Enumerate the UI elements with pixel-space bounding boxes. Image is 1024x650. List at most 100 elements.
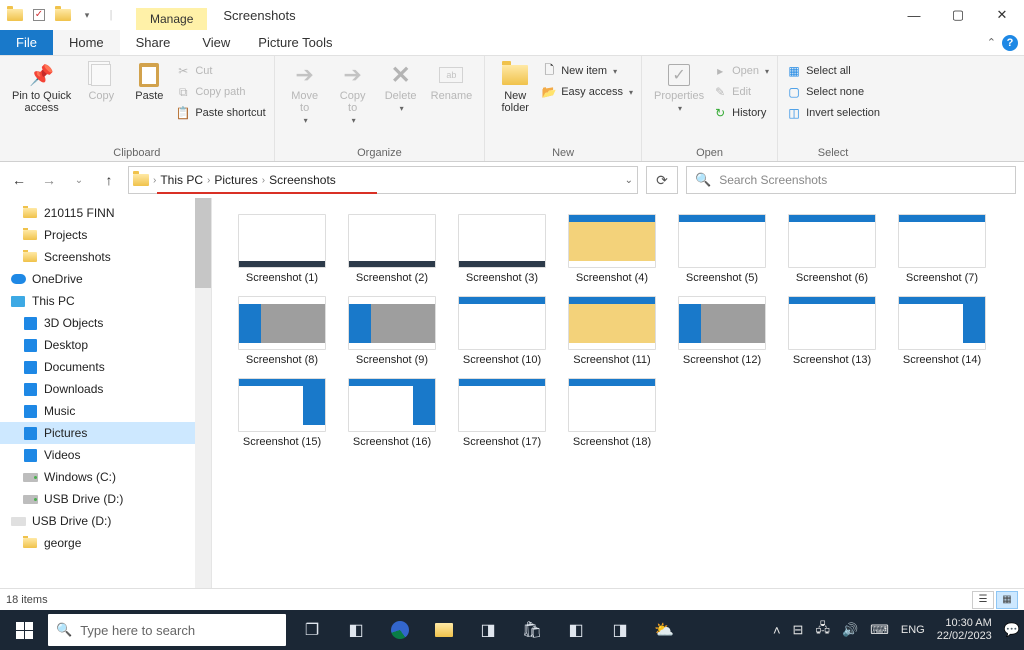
qat-properties-icon[interactable]: ✓ xyxy=(28,4,50,26)
help-icon[interactable]: ? xyxy=(1002,35,1018,51)
file-thumbnail[interactable]: Screenshot (12) xyxy=(676,296,768,366)
file-thumbnail[interactable]: Screenshot (14) xyxy=(896,296,988,366)
easy-access-button[interactable]: 📂Easy access▾ xyxy=(539,83,635,101)
file-thumbnail[interactable]: Screenshot (1) xyxy=(236,214,328,284)
pin-quick-access-button[interactable]: 📌 Pin to Quick access xyxy=(6,58,77,118)
taskbar-app[interactable]: ◧ xyxy=(334,610,378,650)
file-thumbnail[interactable]: Screenshot (9) xyxy=(346,296,438,366)
collapse-ribbon-icon[interactable]: ⌃ xyxy=(987,36,996,49)
copy-button[interactable]: Copy xyxy=(77,58,125,106)
view-tab[interactable]: View xyxy=(186,30,246,55)
tray-icon[interactable]: ⊟ xyxy=(793,622,804,638)
file-thumbnail[interactable]: Screenshot (16) xyxy=(346,378,438,448)
tree-item[interactable]: Desktop xyxy=(0,334,211,356)
file-thumbnail[interactable]: Screenshot (17) xyxy=(456,378,548,448)
cut-button[interactable]: ✂Cut xyxy=(173,62,267,80)
navigation-pane[interactable]: 210115 FINNProjectsScreenshotsOneDriveTh… xyxy=(0,198,212,588)
tree-item[interactable]: Screenshots xyxy=(0,246,211,268)
taskbar-app[interactable]: ◨ xyxy=(598,610,642,650)
file-thumbnail[interactable]: Screenshot (4) xyxy=(566,214,658,284)
qat-customize[interactable]: ▾ xyxy=(76,4,98,26)
open-button[interactable]: ▸Open▾ xyxy=(710,62,771,80)
file-thumbnail[interactable]: Screenshot (5) xyxy=(676,214,768,284)
properties-button[interactable]: ✓Properties▾ xyxy=(648,58,710,117)
contextual-tab-manage[interactable]: Manage xyxy=(136,8,207,30)
tree-item[interactable]: george xyxy=(0,532,211,554)
file-thumbnail[interactable]: Screenshot (8) xyxy=(236,296,328,366)
address-dropdown[interactable]: ⌄ xyxy=(625,175,633,186)
file-thumbnail[interactable]: Screenshot (3) xyxy=(456,214,548,284)
new-item-button[interactable]: 🗋New item▾ xyxy=(539,62,635,80)
breadcrumb-screenshots[interactable]: Screenshots xyxy=(269,173,336,187)
move-to-button[interactable]: ➔Move to▾ xyxy=(281,58,329,129)
refresh-button[interactable]: ⟳ xyxy=(646,166,678,194)
invert-selection-button[interactable]: ◫Invert selection xyxy=(784,104,882,122)
tree-item[interactable]: Music xyxy=(0,400,211,422)
tree-item[interactable]: Pictures xyxy=(0,422,211,444)
file-thumbnail[interactable]: Screenshot (6) xyxy=(786,214,878,284)
tree-item[interactable]: 210115 FINN xyxy=(0,202,211,224)
taskbar-edge[interactable] xyxy=(378,610,422,650)
up-button[interactable]: ↑ xyxy=(98,172,120,188)
taskbar-explorer[interactable] xyxy=(422,610,466,650)
select-all-button[interactable]: ▦Select all xyxy=(784,62,882,80)
breadcrumb-pictures[interactable]: Pictures xyxy=(214,173,257,187)
icons-view-button[interactable]: ▦ xyxy=(996,591,1018,609)
file-tab[interactable]: File xyxy=(0,30,53,55)
picture-tools-tab[interactable]: Picture Tools xyxy=(246,30,344,55)
network-icon[interactable]: 🖧 xyxy=(815,619,830,641)
file-thumbnail[interactable]: Screenshot (7) xyxy=(896,214,988,284)
volume-icon[interactable]: 🔊 xyxy=(842,622,858,638)
file-thumbnail[interactable]: Screenshot (2) xyxy=(346,214,438,284)
details-view-button[interactable]: ☰ xyxy=(972,591,994,609)
minimize-button[interactable]: — xyxy=(892,0,936,30)
start-button[interactable] xyxy=(0,622,48,639)
notifications-icon[interactable]: 💬 xyxy=(1004,622,1020,638)
task-view-button[interactable]: ❐ xyxy=(290,610,334,650)
new-folder-button[interactable]: New folder xyxy=(491,58,539,118)
breadcrumb-root[interactable]: This PC xyxy=(160,173,203,187)
taskbar-app[interactable]: ◧ xyxy=(554,610,598,650)
tree-item[interactable]: This PC xyxy=(0,290,211,312)
tray-overflow-icon[interactable]: ˄ xyxy=(773,623,781,638)
file-thumbnail[interactable]: Screenshot (18) xyxy=(566,378,658,448)
file-thumbnail[interactable]: Screenshot (15) xyxy=(236,378,328,448)
language-indicator[interactable]: ENG xyxy=(901,624,925,636)
clock[interactable]: 10:30 AM22/02/2023 xyxy=(937,617,992,643)
qat-new-folder-icon[interactable] xyxy=(52,4,74,26)
history-button[interactable]: ↻History xyxy=(710,104,771,122)
file-thumbnail[interactable]: Screenshot (13) xyxy=(786,296,878,366)
file-thumbnail[interactable]: Screenshot (11) xyxy=(566,296,658,366)
taskbar-store[interactable]: 🛍 xyxy=(510,610,554,650)
address-bar[interactable]: › This PC › Pictures › Screenshots ⌄ xyxy=(128,166,638,194)
scrollbar-thumb[interactable] xyxy=(195,198,211,288)
copy-to-button[interactable]: ➔Copy to▾ xyxy=(329,58,377,129)
taskbar-app[interactable]: ◨ xyxy=(466,610,510,650)
tree-item[interactable]: Windows (C:) xyxy=(0,466,211,488)
search-box[interactable]: 🔍 Search Screenshots xyxy=(686,166,1016,194)
tree-item[interactable]: Projects xyxy=(0,224,211,246)
share-tab[interactable]: Share xyxy=(120,30,187,55)
close-button[interactable]: ✕ xyxy=(980,0,1024,30)
recent-dropdown[interactable]: ⌄ xyxy=(68,175,90,186)
paste-shortcut-button[interactable]: 📋Paste shortcut xyxy=(173,104,267,122)
maximize-button[interactable]: ▢ xyxy=(936,0,980,30)
file-thumbnail[interactable]: Screenshot (10) xyxy=(456,296,548,366)
rename-button[interactable]: abRename xyxy=(425,58,479,106)
tree-item[interactable]: 3D Objects xyxy=(0,312,211,334)
tree-item[interactable]: Videos xyxy=(0,444,211,466)
tree-item[interactable]: USB Drive (D:) xyxy=(0,488,211,510)
taskbar-search[interactable]: 🔍Type here to search xyxy=(48,614,286,646)
tree-item[interactable]: Downloads xyxy=(0,378,211,400)
taskbar-weather[interactable]: ⛅ xyxy=(642,610,686,650)
back-button[interactable]: ← xyxy=(8,172,30,188)
copy-path-button[interactable]: ⧉Copy path xyxy=(173,83,267,101)
keyboard-icon[interactable]: ⌨ xyxy=(870,622,889,638)
home-tab[interactable]: Home xyxy=(53,30,120,55)
file-list[interactable]: Screenshot (1) Screenshot (2) Screenshot (… xyxy=(212,198,1024,588)
tree-item[interactable]: Documents xyxy=(0,356,211,378)
edit-button[interactable]: ✎Edit xyxy=(710,83,771,101)
delete-button[interactable]: ✕Delete▾ xyxy=(377,58,425,117)
forward-button[interactable]: → xyxy=(38,172,60,188)
paste-button[interactable]: Paste xyxy=(125,58,173,106)
